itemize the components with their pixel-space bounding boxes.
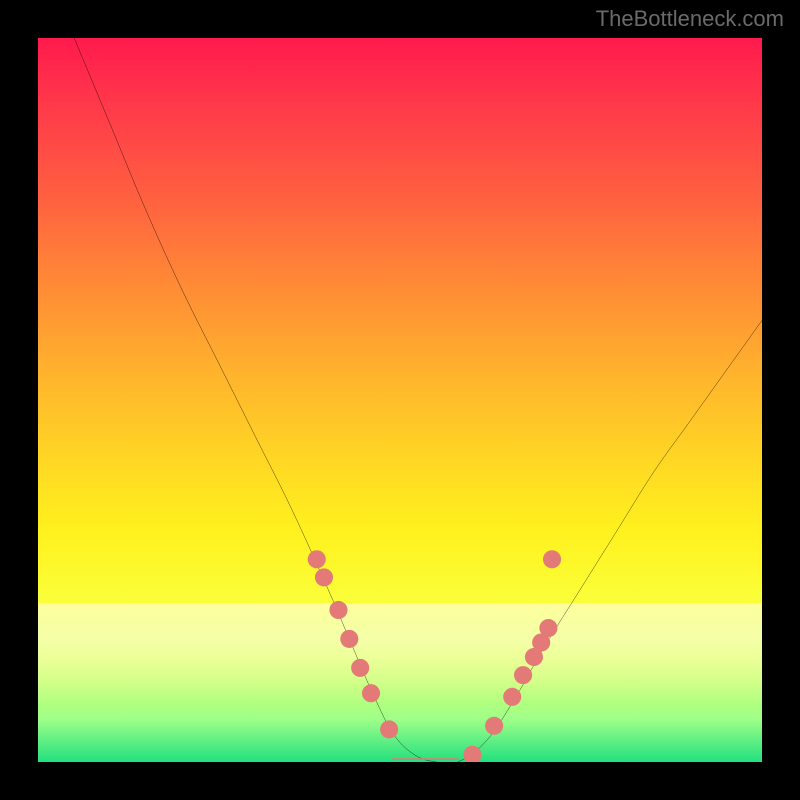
- data-marker: [329, 601, 347, 619]
- data-marker: [340, 630, 358, 648]
- data-marker: [380, 720, 398, 738]
- data-marker: [463, 746, 481, 762]
- scatter-markers: [308, 550, 561, 762]
- data-marker: [539, 619, 557, 637]
- data-marker: [362, 684, 380, 702]
- data-marker: [543, 550, 561, 568]
- data-marker: [503, 688, 521, 706]
- data-marker: [514, 666, 532, 684]
- chart-svg: [38, 38, 762, 762]
- watermark-text: TheBottleneck.com: [596, 6, 784, 32]
- chart-frame: TheBottleneck.com: [0, 0, 800, 800]
- data-marker: [485, 717, 503, 735]
- data-marker: [308, 550, 326, 568]
- bottleneck-curve-line: [74, 38, 762, 762]
- data-marker: [315, 568, 333, 586]
- plot-area: [38, 38, 762, 762]
- data-marker: [351, 659, 369, 677]
